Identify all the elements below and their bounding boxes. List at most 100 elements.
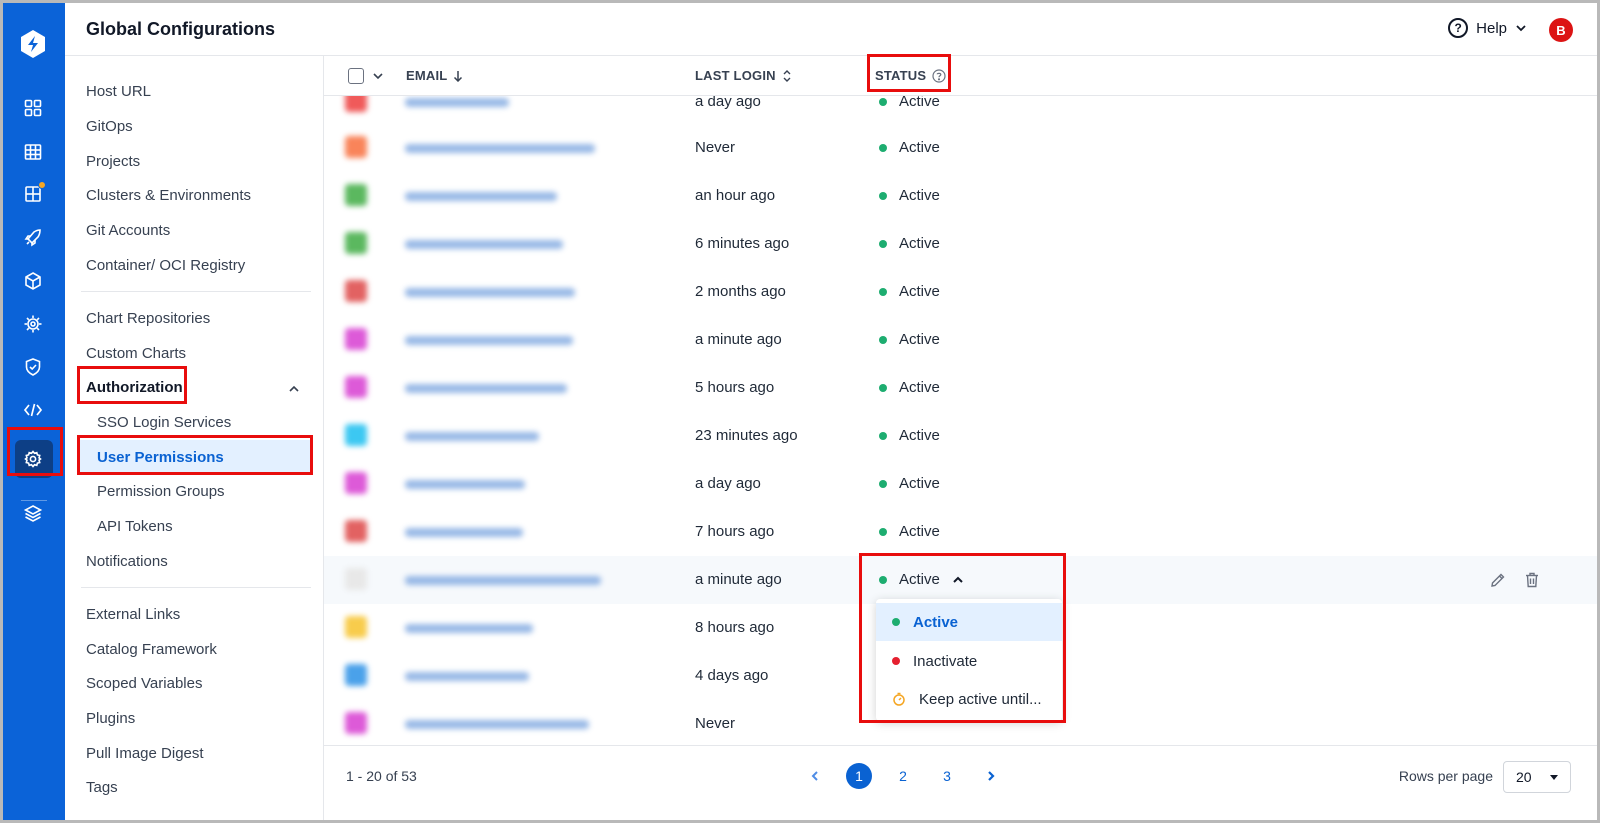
- last-login: a day ago: [695, 96, 761, 110]
- table-row[interactable]: 6 minutes ago Active: [324, 220, 1597, 268]
- status-text: Active: [899, 235, 940, 252]
- status-text: Active: [899, 523, 940, 540]
- delete-icon[interactable]: [1523, 571, 1541, 589]
- sidebar-item-external-links[interactable]: External Links: [86, 600, 180, 630]
- sidebar-item-api-tokens[interactable]: API Tokens: [97, 512, 173, 542]
- sidebar-item-custom-charts[interactable]: Custom Charts: [86, 339, 186, 369]
- cube-icon[interactable]: [20, 268, 46, 294]
- last-login: a minute ago: [695, 571, 782, 588]
- sort-icon: [783, 69, 791, 82]
- page-button-2[interactable]: 2: [890, 763, 916, 789]
- select-all-checkbox[interactable]: [348, 68, 364, 84]
- layers-icon[interactable]: [20, 500, 46, 526]
- page-button-1[interactable]: 1: [846, 763, 872, 789]
- sidebar-item-chart-repositories[interactable]: Chart Repositories: [86, 304, 210, 334]
- table-row[interactable]: a minute ago Active: [324, 316, 1597, 364]
- option-label: Inactivate: [913, 652, 978, 670]
- table-row[interactable]: 2 months ago Active: [324, 268, 1597, 316]
- sidebar-item-host-url[interactable]: Host URL: [86, 77, 151, 107]
- sidebar-divider: [81, 291, 311, 292]
- sidebar-item-notifications[interactable]: Notifications: [86, 547, 168, 577]
- table-footer: 1 - 20 of 53 1 2 3 Rows per page 20: [324, 745, 1597, 820]
- column-header-status[interactable]: STATUS: [875, 68, 946, 83]
- last-login: an hour ago: [695, 187, 776, 204]
- status-option-keep-active-until[interactable]: Keep active until...: [876, 680, 1062, 718]
- caret-down-icon: [1550, 775, 1558, 780]
- sidebar-item-plugins[interactable]: Plugins: [86, 704, 135, 734]
- table-row[interactable]: Never Active: [324, 124, 1597, 172]
- green-dot-icon: [879, 432, 887, 440]
- avatar[interactable]: B: [1549, 18, 1573, 42]
- column-header-last-login[interactable]: LAST LOGIN: [695, 68, 792, 83]
- status-cell: Active: [879, 460, 940, 508]
- help-menu[interactable]: ? Help: [1448, 18, 1527, 38]
- sidebar-item-git-accounts[interactable]: Git Accounts: [86, 216, 170, 246]
- green-dot-icon: [879, 384, 887, 392]
- last-login: Never: [695, 139, 736, 156]
- table-row[interactable]: an hour ago Active: [324, 172, 1597, 220]
- sidebar-item-gitops[interactable]: GitOps: [86, 112, 133, 142]
- table-row[interactable]: a day ago Active: [324, 460, 1597, 508]
- chevron-down-icon[interactable]: [372, 70, 384, 82]
- user-email: [405, 624, 533, 633]
- app-frame: Global Configurations ? Help B Host URL …: [3, 3, 1597, 820]
- sidebar-item-tags[interactable]: Tags: [86, 773, 118, 803]
- settings-sidebar: Host URL GitOps Projects Clusters & Envi…: [65, 56, 324, 820]
- status-option-active[interactable]: Active: [876, 603, 1062, 641]
- rows-per-page-label: Rows per page: [1398, 768, 1493, 784]
- table-row[interactable]: 7 hours ago Active: [324, 508, 1597, 556]
- table-row[interactable]: 5 hours ago Active: [324, 364, 1597, 412]
- sidebar-item-container-registry[interactable]: Container/ OCI Registry: [86, 251, 245, 281]
- user-avatar: [345, 136, 367, 158]
- sidebar-item-projects[interactable]: Projects: [86, 147, 140, 177]
- edit-icon[interactable]: [1489, 571, 1507, 589]
- gear-icon[interactable]: [20, 446, 46, 472]
- red-dot-icon: [892, 657, 900, 665]
- status-text: Active: [899, 139, 940, 156]
- status-option-inactivate[interactable]: Inactivate: [876, 642, 1062, 680]
- grid-icon[interactable]: [20, 139, 46, 165]
- logo-icon[interactable]: [16, 27, 50, 61]
- page-button-3[interactable]: 3: [934, 763, 960, 789]
- user-email: [405, 720, 589, 729]
- question-circle-icon[interactable]: [932, 68, 946, 83]
- dashboard-icon[interactable]: [20, 95, 46, 121]
- user-avatar: [345, 232, 367, 254]
- help-icon: ?: [1448, 18, 1469, 38]
- sidebar-item-clusters-environments[interactable]: Clusters & Environments: [86, 181, 251, 211]
- table-row[interactable]: 23 minutes ago Active: [324, 412, 1597, 460]
- status-cell: Active: [879, 508, 940, 556]
- bug-icon[interactable]: [20, 311, 46, 337]
- rows-per-page-select[interactable]: 20: [1503, 761, 1571, 793]
- column-header-email[interactable]: EMAIL: [406, 68, 463, 83]
- user-avatar: [345, 328, 367, 350]
- status-text: Active: [899, 283, 940, 300]
- sidebar-group-authorization[interactable]: Authorization: [86, 373, 183, 403]
- user-email: [405, 432, 539, 441]
- sidebar-item-catalog-framework[interactable]: Catalog Framework: [86, 635, 217, 665]
- status-cell: Active: [879, 412, 940, 460]
- chevron-up-icon[interactable]: [288, 383, 300, 395]
- status-dropdown-trigger[interactable]: Active: [879, 556, 964, 604]
- table-header: EMAIL LAST LOGIN STATUS: [324, 56, 1597, 96]
- chevron-right-icon: [988, 771, 995, 781]
- next-page-button[interactable]: [978, 763, 1004, 789]
- last-login: 8 hours ago: [695, 619, 775, 636]
- sidebar-item-sso-login-services[interactable]: SSO Login Services: [97, 408, 231, 438]
- status-text: Active: [899, 379, 940, 396]
- previous-page-button[interactable]: [802, 763, 828, 789]
- user-avatar: [345, 96, 367, 112]
- sidebar-item-permission-groups[interactable]: Permission Groups: [97, 477, 225, 507]
- sidebar-item-scoped-variables[interactable]: Scoped Variables: [86, 669, 202, 699]
- user-email: [405, 336, 573, 345]
- shield-icon[interactable]: [20, 354, 46, 380]
- rocket-icon[interactable]: [20, 225, 46, 251]
- icon-rail: [3, 3, 65, 820]
- sidebar-item-user-permissions[interactable]: User Permissions: [97, 443, 224, 473]
- table-row[interactable]: a day ago Active: [324, 96, 1597, 126]
- table-row[interactable]: a minute ago Active: [324, 556, 1597, 604]
- sidebar-item-pull-image-digest[interactable]: Pull Image Digest: [86, 739, 204, 769]
- status-text: Active: [899, 427, 940, 444]
- user-avatar: [345, 472, 367, 494]
- code-icon[interactable]: [20, 397, 46, 423]
